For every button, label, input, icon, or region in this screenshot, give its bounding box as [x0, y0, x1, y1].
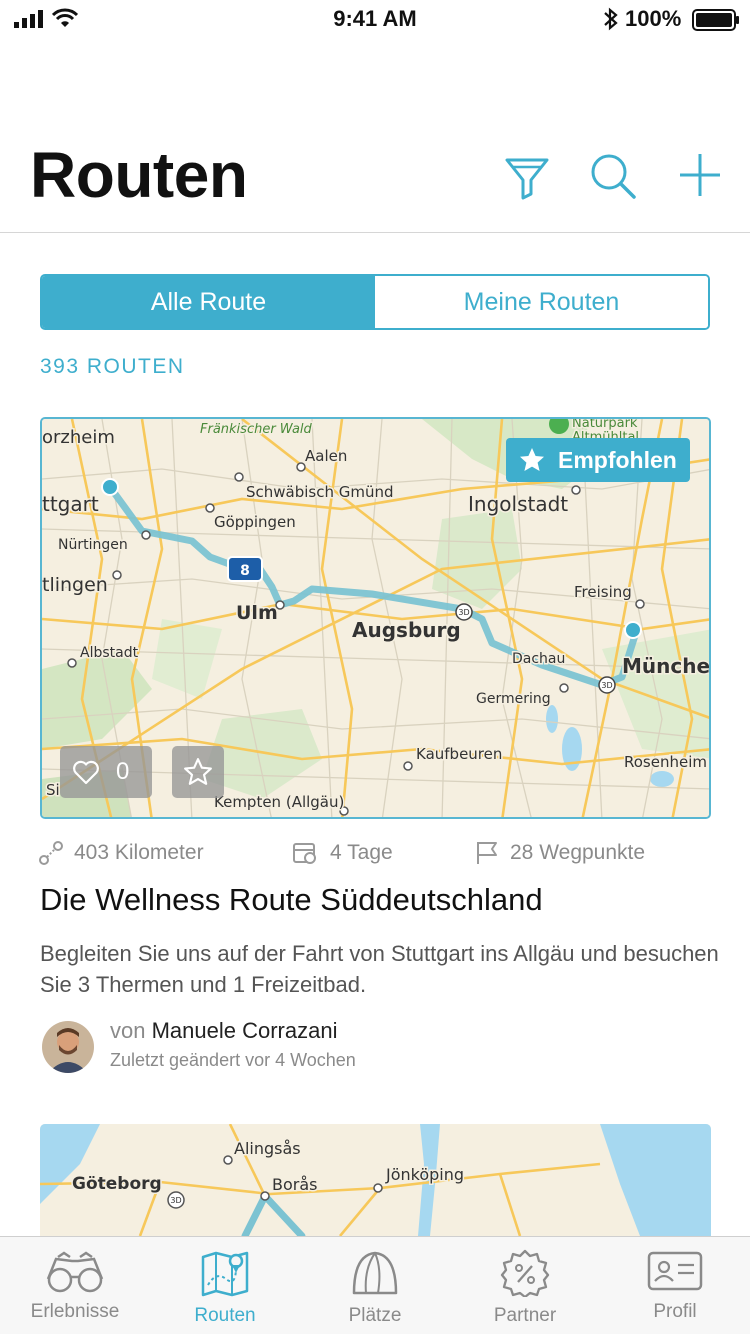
profile-card-icon — [647, 1251, 703, 1291]
flag-icon — [477, 842, 497, 864]
tab-partner[interactable]: Partner — [450, 1237, 600, 1334]
map-label-kempten: Kempten (Allgäu) — [214, 793, 344, 811]
map-icon — [201, 1251, 249, 1297]
author-name[interactable]: Manuele Corrazani — [152, 1018, 338, 1043]
binoculars-icon — [46, 1251, 104, 1293]
like-count: 0 — [116, 758, 130, 785]
discount-badge-icon — [500, 1249, 550, 1297]
map-label-frankischer-wald: Fränkischer Wald — [200, 422, 313, 437]
map-label-kaufbeuren: Kaufbeuren — [416, 745, 502, 763]
map-label-ingolstadt: Ingolstadt — [468, 492, 568, 516]
battery-icon — [692, 9, 739, 31]
map-label-pforzheim: orzheim — [42, 427, 115, 448]
map-label-freising: Freising — [574, 583, 632, 601]
tab-profil[interactable]: Profil — [600, 1237, 750, 1334]
map-label-germering: Germering — [476, 691, 551, 707]
next-route-map[interactable]: 3D Alingsås Göteborg Borås Jönköping — [40, 1124, 711, 1236]
tab-partner-label: Partner — [493, 1305, 557, 1326]
segment-all-routes[interactable]: Alle Route — [42, 276, 375, 328]
next-map-road-marker: 3D — [170, 1196, 181, 1205]
status-bar: 9:41 AM 100% — [0, 0, 750, 40]
stat-waypoints: 28 Wegpunkte — [474, 840, 645, 866]
stat-duration-label: 4 Tage — [330, 841, 393, 864]
search-icon[interactable] — [588, 150, 636, 202]
tab-platze-label: Plätze — [348, 1305, 402, 1326]
header-divider — [0, 232, 750, 233]
map-label-nurtingen: Nürtingen — [58, 537, 128, 553]
map-label-aalen: Aalen — [305, 447, 347, 465]
tab-bar: Erlebnisse Routen Plätze Partner Profil — [0, 1236, 750, 1334]
map-label-rosenheim: Rosenheim — [624, 753, 707, 771]
map-label-schwabisch-gmund: Schwäbisch Gmünd — [246, 483, 394, 501]
tab-platze[interactable]: Plätze — [300, 1237, 450, 1334]
heart-icon — [73, 760, 99, 785]
tab-routen[interactable]: Routen — [150, 1237, 300, 1334]
route-distance-icon — [39, 841, 63, 865]
map-label-ulm: Ulm — [236, 602, 278, 624]
calendar-icon — [293, 843, 316, 864]
map-road-marker-a: 3D — [458, 608, 469, 617]
page-title: Routen — [30, 139, 248, 211]
tab-profil-label: Profil — [653, 1301, 697, 1322]
recommended-badge: Empfohlen — [506, 438, 690, 482]
route-description: Begleiten Sie uns auf der Fahrt von Stut… — [40, 941, 719, 997]
route-filter-segmented-control: Alle Route Meine Routen — [40, 274, 710, 330]
map-label-goppingen: Göppingen — [214, 513, 296, 531]
map-label-sigmaringen: Si — [46, 781, 60, 799]
segment-my-routes[interactable]: Meine Routen — [375, 276, 708, 328]
star-outline-icon — [184, 758, 212, 785]
author-line: von Manuele Corrazani — [110, 1018, 337, 1044]
tab-erlebnisse-label: Erlebnisse — [30, 1301, 120, 1322]
like-button[interactable]: 0 — [60, 746, 152, 798]
map-label-alingsas: Alingsås — [234, 1139, 301, 1158]
map-label-boras: Borås — [272, 1175, 317, 1194]
map-autobahn-number: 8 — [240, 563, 250, 579]
route-count: 393 ROUTEN — [40, 355, 185, 378]
stat-distance-label: 403 Kilometer — [74, 841, 204, 864]
battery-percentage: 100% — [625, 6, 682, 31]
map-label-munchen: Münchel — [622, 654, 711, 678]
favorite-button[interactable] — [172, 746, 224, 798]
map-label-albstadt: Albstadt — [80, 645, 139, 661]
map-label-jonkoping: Jönköping — [385, 1165, 464, 1184]
filter-icon[interactable] — [503, 150, 551, 202]
map-label-dachau: Dachau — [512, 651, 565, 667]
author-prefix: von — [110, 1018, 146, 1043]
star-filled-icon — [520, 448, 544, 471]
map-label-goteborg: Göteborg — [72, 1174, 162, 1194]
add-icon[interactable] — [676, 150, 724, 202]
tent-icon — [352, 1251, 398, 1295]
recommended-badge-label: Empfohlen — [558, 446, 677, 473]
stat-duration: 4 Tage — [292, 840, 393, 866]
stat-distance: 403 Kilometer — [38, 840, 204, 866]
map-road-marker-b: 3D — [601, 681, 612, 690]
map-label-stuttgart: ttgart — [42, 492, 99, 516]
tab-routen-label: Routen — [194, 1305, 256, 1326]
last-modified: Zuletzt geändert vor 4 Wochen — [110, 1050, 356, 1070]
route-title[interactable]: Die Wellness Route Süddeutschland — [40, 882, 543, 918]
tab-erlebnisse[interactable]: Erlebnisse — [0, 1237, 150, 1334]
map-label-augsburg: Augsburg — [352, 618, 461, 642]
stat-waypoints-label: 28 Wegpunkte — [510, 841, 646, 864]
map-label-reutlingen: tlingen — [42, 574, 108, 596]
author-avatar[interactable] — [42, 1021, 94, 1073]
bluetooth-icon — [604, 7, 618, 31]
